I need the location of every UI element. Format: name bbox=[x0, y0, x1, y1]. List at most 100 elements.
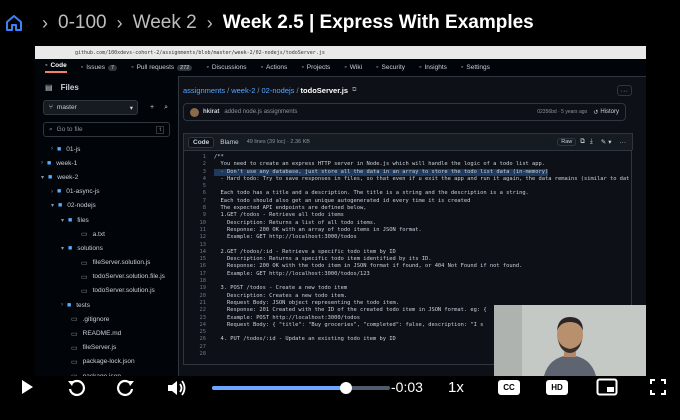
history-button[interactable]: ↺ History bbox=[593, 109, 619, 116]
tree-item[interactable]: › ■ 01-async-js bbox=[35, 185, 178, 199]
more-options-icon[interactable]: ··· bbox=[616, 84, 632, 96]
chevron-down-icon[interactable]: ▾ bbox=[41, 174, 44, 181]
line-number[interactable]: 15 bbox=[184, 256, 214, 263]
line-number[interactable]: 16 bbox=[184, 263, 214, 270]
volume-icon[interactable] bbox=[166, 378, 188, 398]
chevron-right-icon[interactable]: › bbox=[41, 160, 43, 166]
url-text[interactable]: github.com/100xdevs-cohort-2/assignments… bbox=[75, 50, 325, 56]
line-number[interactable]: 20 bbox=[184, 293, 214, 300]
fullscreen-icon[interactable] bbox=[650, 379, 666, 395]
tree-item[interactable]: ▭ a.txt bbox=[35, 227, 178, 241]
line-number[interactable]: 24 bbox=[184, 322, 214, 329]
chevron-down-icon[interactable]: ▾ bbox=[61, 245, 64, 252]
tree-item[interactable]: ▾ ■ solutions bbox=[35, 241, 178, 255]
browser-address-bar[interactable]: github.com/100xdevs-cohort-2/assignments… bbox=[35, 46, 646, 59]
progress-bar[interactable] bbox=[212, 382, 390, 394]
line-number[interactable]: 7 bbox=[184, 198, 214, 205]
line-number[interactable]: 18 bbox=[184, 278, 214, 285]
path-segment-repo[interactable]: assignments bbox=[183, 86, 225, 95]
tree-item[interactable]: ▭ package-lock.json bbox=[35, 355, 178, 369]
edit-icon[interactable]: ✎ bbox=[601, 138, 606, 146]
line-number[interactable]: 2 bbox=[184, 161, 214, 168]
picture-in-picture-icon[interactable] bbox=[596, 378, 618, 396]
line-number[interactable]: 4 bbox=[184, 176, 214, 183]
commit-author[interactable]: hkirat bbox=[203, 109, 219, 115]
tree-item[interactable]: ▾ ■ 02-nodejs bbox=[35, 199, 178, 213]
line-number[interactable]: 23 bbox=[184, 315, 214, 322]
line-number[interactable]: 9 bbox=[184, 212, 214, 219]
tree-item[interactable]: › ■ week-1 bbox=[35, 156, 178, 170]
branch-select[interactable]: ⑂ master ▾ bbox=[43, 100, 138, 115]
line-number[interactable]: 28 bbox=[184, 351, 214, 358]
home-icon[interactable] bbox=[4, 13, 24, 33]
tab-blame[interactable]: Blame bbox=[220, 139, 238, 146]
play-icon[interactable] bbox=[18, 378, 36, 396]
line-number[interactable]: 11 bbox=[184, 227, 214, 234]
playback-speed-button[interactable]: 1x bbox=[448, 379, 464, 396]
tab-issues[interactable]: ◦ Issues 7 bbox=[81, 64, 118, 71]
line-number[interactable]: 10 bbox=[184, 220, 214, 227]
tree-item[interactable]: ▾ ■ files bbox=[35, 213, 178, 227]
tab-settings[interactable]: ◦ Settings bbox=[461, 64, 490, 71]
line-number[interactable]: 8 bbox=[184, 205, 214, 212]
tree-item[interactable]: › ■ 01-js bbox=[35, 142, 178, 156]
line-number[interactable]: 25 bbox=[184, 329, 214, 336]
chevron-right-icon[interactable]: › bbox=[51, 189, 53, 195]
tab-wiki[interactable]: ◦ Wiki bbox=[344, 64, 362, 71]
chevron-right-icon[interactable]: › bbox=[51, 146, 53, 152]
tree-item[interactable]: ▭ todoServer.solution.js bbox=[35, 284, 178, 298]
search-icon[interactable]: ⌕ bbox=[164, 104, 168, 112]
go-to-file-input[interactable]: ⌕ Go to file t bbox=[43, 122, 170, 137]
line-number[interactable]: 12 bbox=[184, 234, 214, 241]
line-number[interactable]: 17 bbox=[184, 271, 214, 278]
line-number[interactable]: 6 bbox=[184, 190, 214, 197]
line-number[interactable]: 26 bbox=[184, 336, 214, 343]
breadcrumb-week[interactable]: Week 2 bbox=[133, 12, 197, 34]
line-number[interactable]: 1 bbox=[184, 154, 214, 161]
raw-button[interactable]: Raw bbox=[557, 138, 577, 146]
copy-raw-icon[interactable]: ⧉ bbox=[580, 138, 585, 146]
captions-button[interactable]: CC bbox=[498, 380, 520, 395]
tab-code[interactable]: ◦ Code bbox=[45, 62, 67, 73]
progress-handle[interactable] bbox=[339, 382, 352, 394]
rewind-icon[interactable] bbox=[66, 378, 86, 398]
tab-discussions[interactable]: ◦ Discussions bbox=[206, 64, 246, 71]
line-number[interactable]: 19 bbox=[184, 285, 214, 292]
breadcrumb-course[interactable]: 0-100 bbox=[58, 12, 107, 34]
download-icon[interactable]: ⤓ bbox=[590, 138, 593, 146]
tab-pull-requests[interactable]: ◦ Pull requests 272 bbox=[131, 64, 193, 71]
line-number[interactable]: 22 bbox=[184, 307, 214, 314]
tab-actions[interactable]: ◦ Actions bbox=[261, 64, 288, 71]
tree-item[interactable]: ▭ fileServer.js bbox=[35, 341, 178, 355]
path-segment-folder[interactable]: 02-nodejs bbox=[261, 86, 294, 95]
commit-hash[interactable]: 02356bd · 5 years ago bbox=[537, 109, 587, 115]
commit-message[interactable]: added node.js assignments bbox=[224, 109, 297, 115]
line-number[interactable]: 27 bbox=[184, 344, 214, 351]
line-number[interactable]: 3 bbox=[184, 169, 214, 176]
tree-item[interactable]: ▭ todoServer.solution.file.js bbox=[35, 270, 178, 284]
quality-button[interactable]: HD bbox=[546, 380, 568, 395]
chevron-down-icon[interactable]: ▾ bbox=[51, 202, 54, 209]
tree-item[interactable]: ▭package.json bbox=[35, 369, 178, 376]
copy-icon[interactable]: ⧉ bbox=[352, 87, 356, 94]
tab-code[interactable]: Code bbox=[188, 136, 215, 148]
forward-icon[interactable] bbox=[116, 378, 136, 398]
line-number[interactable]: 14 bbox=[184, 249, 214, 256]
tree-item[interactable]: ▾ ■ week-2 bbox=[35, 170, 178, 184]
chevron-right-icon[interactable]: › bbox=[61, 302, 63, 308]
tab-projects[interactable]: ◦ Projects bbox=[301, 64, 330, 71]
line-number[interactable]: 5 bbox=[184, 183, 214, 190]
chevron-down-icon[interactable]: ▾ bbox=[61, 217, 64, 224]
line-number[interactable]: 13 bbox=[184, 242, 214, 249]
line-number[interactable]: 21 bbox=[184, 300, 214, 307]
tab-security[interactable]: ◦ Security bbox=[376, 64, 405, 71]
tree-item[interactable]: ▭ .gitignore bbox=[35, 312, 178, 326]
chevron-down-icon[interactable]: ▾ bbox=[608, 138, 611, 146]
add-file-icon[interactable]: + bbox=[150, 104, 154, 111]
tree-item[interactable]: ▭ README.md bbox=[35, 326, 178, 340]
tab-insights[interactable]: ◦ Insights bbox=[419, 64, 447, 71]
tree-item[interactable]: › ■ tests bbox=[35, 298, 178, 312]
path-segment-week[interactable]: week-2 bbox=[231, 86, 255, 95]
tree-item[interactable]: ▭ fileServer.solution.js bbox=[35, 256, 178, 270]
more-icon[interactable]: ··· bbox=[620, 139, 627, 146]
